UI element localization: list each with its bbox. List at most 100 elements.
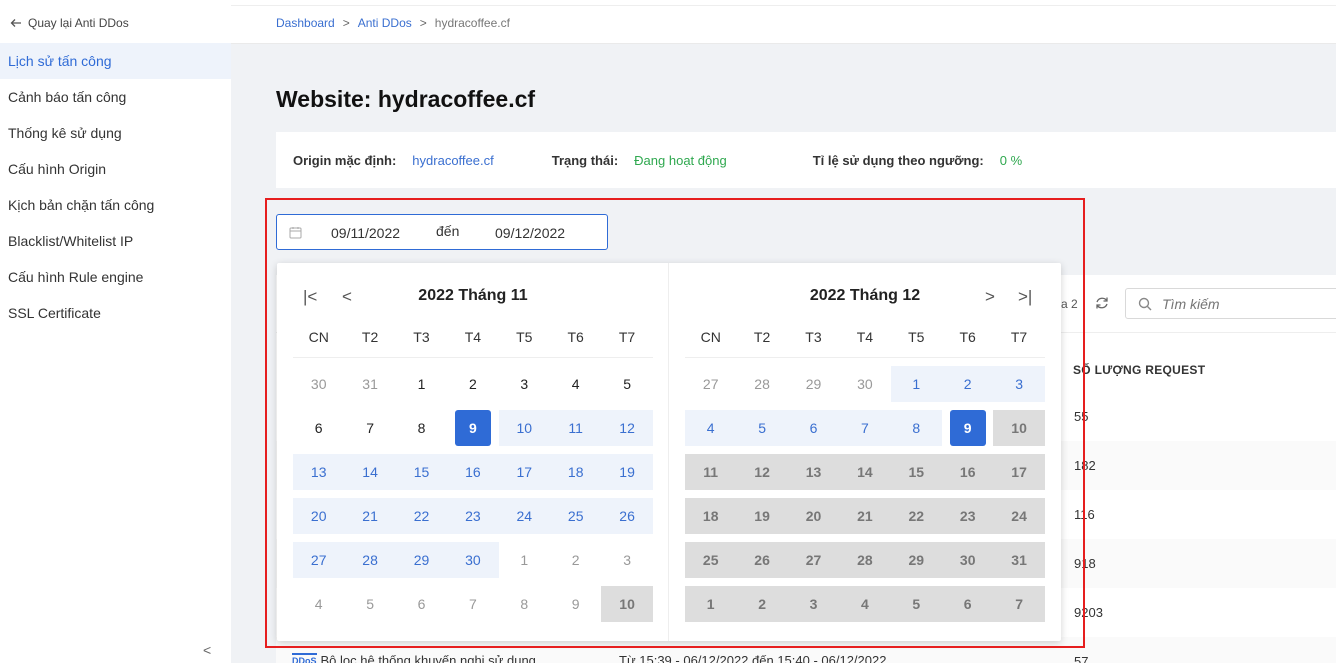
day-number: 31 — [362, 376, 378, 392]
calendar-day[interactable]: 5 — [344, 586, 395, 622]
calendar-day[interactable]: 1 — [890, 366, 942, 402]
status-label: Trạng thái: — [551, 152, 619, 168]
day-number: 5 — [758, 420, 766, 436]
calendar-day[interactable]: 13 — [293, 454, 345, 490]
calendar-day[interactable]: 14 — [344, 454, 396, 490]
breadcrumb-dashboard[interactable]: Dashboard — [276, 16, 335, 30]
calendar-day[interactable]: 2 — [447, 366, 498, 402]
calendar-day[interactable]: 20 — [293, 498, 345, 534]
calendar-day[interactable]: 5 — [736, 410, 788, 446]
calendar-day[interactable]: 1 — [499, 542, 550, 578]
selected-day[interactable]: 9 — [942, 410, 993, 446]
breadcrumb-anti-ddos[interactable]: Anti DDos — [358, 16, 412, 30]
sidebar-item-origin-config[interactable]: Cấu hình Origin — [0, 151, 231, 187]
calendar-day[interactable]: 3 — [993, 366, 1045, 402]
calendar-day[interactable]: 28 — [344, 542, 396, 578]
back-link[interactable]: Quay lại Anti DDos — [10, 16, 129, 30]
calendar-day[interactable]: 9 — [550, 586, 601, 622]
ratio-label: Tỉ lệ sử dụng theo ngưỡng: — [812, 152, 984, 168]
rule-name: Bộ lọc hệ thống khuyến nghị sử dụng — [320, 653, 536, 663]
calendar-day[interactable]: 7 — [344, 410, 395, 446]
day-number: 29 — [413, 552, 430, 568]
day-number: 30 — [857, 376, 873, 392]
calendar-day[interactable]: 3 — [499, 366, 550, 402]
calendar-day[interactable]: 7 — [839, 410, 891, 446]
sidebar-item-attack-history[interactable]: Lịch sử tấn công — [0, 43, 231, 79]
sidebar-item-attack-alerts[interactable]: Cảnh báo tấn công — [0, 79, 231, 115]
calendar-day[interactable]: 2 — [550, 542, 601, 578]
calendar-day[interactable]: 12 — [601, 410, 653, 446]
calendar-day[interactable]: 30 — [293, 366, 344, 402]
breadcrumb-bar: Dashboard > Anti DDos > hydracoffee.cf — [231, 6, 1336, 44]
calendar-day: 19 — [736, 498, 788, 534]
table-row[interactable]: DDoS Bộ lọc hệ thống khuyến nghị sử dụng — [292, 653, 536, 663]
calendar-day: 5 — [890, 586, 942, 622]
column-header-request-count: SỐ LƯỢNG REQUEST — [1073, 363, 1206, 377]
search-input[interactable] — [1162, 294, 1332, 314]
calendar-day[interactable]: 21 — [344, 498, 396, 534]
calendar-day[interactable]: 4 — [685, 410, 737, 446]
day-number: 19 — [619, 464, 635, 480]
calendar-day[interactable]: 8 — [396, 410, 447, 446]
calendar-day[interactable]: 1 — [396, 366, 447, 402]
calendar-day[interactable]: 4 — [550, 366, 601, 402]
calendar-day[interactable]: 23 — [447, 498, 499, 534]
calendar-day[interactable]: 17 — [498, 454, 550, 490]
day-number: 26 — [619, 508, 635, 524]
calendar-day[interactable]: 29 — [395, 542, 448, 578]
calendar-day[interactable]: 18 — [550, 454, 602, 490]
sidebar-item-block-scenarios[interactable]: Kịch bản chặn tấn công — [0, 187, 231, 223]
calendar-day[interactable]: 30 — [839, 366, 890, 402]
sidebar-item-rule-engine[interactable]: Cấu hình Rule engine — [0, 259, 231, 295]
calendar-day[interactable]: 24 — [498, 498, 550, 534]
calendar-day[interactable]: 31 — [344, 366, 395, 402]
refresh-icon[interactable] — [1094, 295, 1110, 311]
day-number: 18 — [567, 464, 584, 480]
day-number: 1 — [520, 552, 529, 568]
calendar-day[interactable]: 8 — [890, 410, 942, 446]
calendar-day[interactable]: 4 — [293, 586, 344, 622]
day-number: 13 — [310, 464, 327, 480]
day-number: 20 — [310, 508, 327, 524]
day-number: 15 — [908, 464, 925, 480]
calendar-day[interactable]: 28 — [736, 366, 787, 402]
calendar-day[interactable]: 11 — [550, 410, 602, 446]
calendar-day[interactable]: 29 — [788, 366, 839, 402]
date-range-input[interactable]: 09/11/2022 đến 09/12/2022 — [276, 214, 608, 250]
calendar-day[interactable]: 10 — [498, 410, 550, 446]
end-date[interactable]: 09/12/2022 — [495, 225, 565, 241]
sidebar-item-ssl[interactable]: SSL Certificate — [0, 295, 231, 331]
search-box[interactable] — [1125, 288, 1336, 319]
day-number: 4 — [706, 420, 715, 436]
calendar-day[interactable]: 15 — [395, 454, 448, 490]
start-date[interactable]: 09/11/2022 — [331, 225, 400, 241]
calendar-day[interactable]: 19 — [601, 454, 653, 490]
selected-day[interactable]: 9 — [447, 410, 498, 446]
day-number: 10 — [1011, 420, 1027, 436]
calendar-day[interactable]: 5 — [601, 366, 652, 402]
day-number: 9 — [571, 596, 580, 612]
calendar-day[interactable]: 22 — [395, 498, 448, 534]
calendar-day[interactable]: 2 — [942, 366, 994, 402]
calendar-day: 17 — [993, 454, 1045, 490]
calendar-day[interactable]: 6 — [293, 410, 344, 446]
calendar-day[interactable]: 27 — [685, 366, 736, 402]
calendar-day[interactable]: 8 — [499, 586, 550, 622]
day-number: 27 — [805, 552, 822, 568]
calendar-day[interactable]: 6 — [396, 586, 447, 622]
origin-value[interactable]: hydracoffee.cf — [412, 153, 493, 168]
day-number: 29 — [908, 552, 925, 568]
calendar-day[interactable]: 26 — [601, 498, 653, 534]
calendar-day[interactable]: 3 — [601, 542, 652, 578]
calendar-day[interactable]: 7 — [447, 586, 498, 622]
calendar-day[interactable]: 6 — [787, 410, 840, 446]
sidebar-item-blacklist-whitelist[interactable]: Blacklist/Whitelist IP — [0, 223, 231, 259]
collapse-sidebar-button[interactable]: < — [203, 642, 211, 658]
calendar-day[interactable]: 30 — [447, 542, 499, 578]
calendar-day[interactable]: 25 — [550, 498, 602, 534]
sidebar-item-usage-stats[interactable]: Thống kê sử dụng — [0, 115, 231, 151]
day-number: 22 — [908, 508, 925, 524]
calendar-day[interactable]: 16 — [447, 454, 499, 490]
calendar-day: 31 — [993, 542, 1045, 578]
calendar-day[interactable]: 27 — [293, 542, 345, 578]
